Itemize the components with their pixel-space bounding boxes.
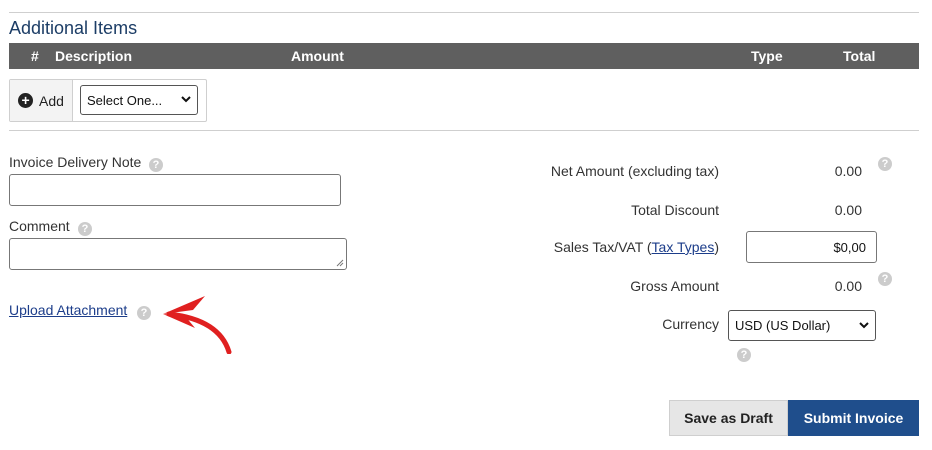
resize-handle-icon[interactable] xyxy=(336,259,344,267)
delivery-note-label: Invoice Delivery Note xyxy=(9,154,142,170)
comment-label: Comment xyxy=(9,218,70,234)
sales-tax-label-prefix: Sales Tax/VAT ( xyxy=(553,239,652,255)
net-amount-help-icon[interactable]: ? xyxy=(878,157,892,171)
delivery-note-input[interactable] xyxy=(9,174,341,206)
section-divider xyxy=(9,130,919,131)
gross-amount-label: Gross Amount xyxy=(630,278,719,294)
upload-attachment-link[interactable]: Upload Attachment xyxy=(9,302,127,318)
add-item-button[interactable]: + Add xyxy=(10,80,73,121)
sales-tax-input-value: $0,00 xyxy=(833,239,866,255)
net-amount-label: Net Amount (excluding tax) xyxy=(550,163,719,179)
column-header-type: Type xyxy=(751,48,783,64)
net-amount-value: 0.00 xyxy=(834,163,862,179)
gross-amount-help-icon[interactable]: ? xyxy=(878,272,892,286)
submit-invoice-button[interactable]: Submit Invoice xyxy=(788,400,919,436)
section-title: Additional Items xyxy=(9,18,138,38)
currency-label: Currency xyxy=(662,316,719,332)
chevron-down-icon xyxy=(859,321,869,329)
comment-textarea[interactable] xyxy=(9,238,347,270)
total-discount-value: 0.00 xyxy=(834,202,862,218)
upload-attachment-help-icon[interactable]: ? xyxy=(137,306,151,320)
comment-help-icon[interactable]: ? xyxy=(78,222,92,236)
item-type-select-value: Select One... xyxy=(87,92,163,108)
column-header-total: Total xyxy=(843,48,876,64)
currency-help-icon[interactable]: ? xyxy=(737,348,751,362)
red-arrow-icon xyxy=(163,296,232,354)
add-item-label: Add xyxy=(39,92,64,109)
tax-types-link[interactable]: Tax Types xyxy=(652,239,715,255)
currency-select-value: USD (US Dollar) xyxy=(735,318,831,333)
column-header-number: # xyxy=(31,48,39,64)
total-discount-label: Total Discount xyxy=(631,202,719,218)
save-as-draft-button[interactable]: Save as Draft xyxy=(669,400,788,436)
column-header-amount: Amount xyxy=(291,48,344,64)
plus-circle-icon: + xyxy=(18,93,34,108)
additional-items-table-header: # Description Amount Type Total xyxy=(9,43,919,69)
currency-select[interactable]: USD (US Dollar) xyxy=(728,310,876,341)
sales-tax-label: Sales Tax/VAT (Tax Types) xyxy=(554,239,719,255)
add-item-bar: + Add Select One... xyxy=(9,79,207,122)
sales-tax-input[interactable]: $0,00 xyxy=(746,231,877,263)
gross-amount-value: 0.00 xyxy=(834,278,862,294)
delivery-note-help-icon[interactable]: ? xyxy=(149,158,163,172)
item-type-select[interactable]: Select One... xyxy=(80,85,198,115)
chevron-down-icon xyxy=(181,96,191,103)
top-divider xyxy=(9,12,919,13)
column-header-description: Description xyxy=(55,48,133,64)
sales-tax-label-suffix: ) xyxy=(714,239,719,255)
